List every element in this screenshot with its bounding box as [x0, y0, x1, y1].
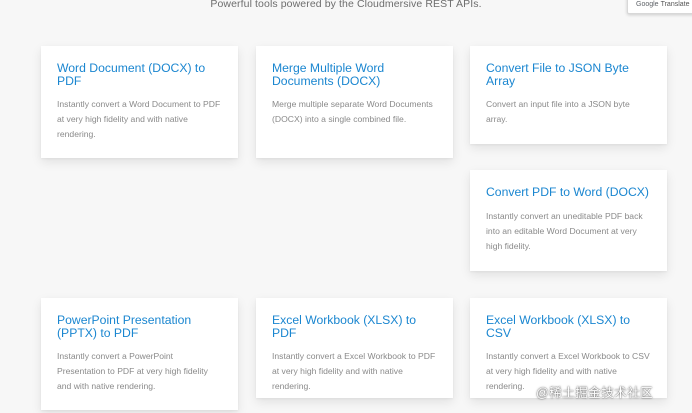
translate-label: Translate — [660, 0, 690, 8]
card-description: Instantly convert a Excel Workbook to PD… — [272, 351, 436, 391]
card-xlsx-to-pdf[interactable]: Excel Workbook (XLSX) to PDF Instantly c… — [256, 298, 453, 398]
card-description: Merge multiple separate Word Documents (… — [272, 99, 433, 124]
google-logo: Google — [636, 0, 659, 8]
card-description: Instantly convert an uneditable PDF back… — [486, 210, 643, 251]
card-pdf-to-docx[interactable]: Convert PDF to Word (DOCX) Instantly con… — [470, 170, 667, 271]
card-title[interactable]: Excel Workbook (XLSX) to CSV — [486, 314, 651, 339]
page-subtitle: Powerful tools powered by the Cloudmersi… — [210, 0, 482, 10]
card-merge-docx[interactable]: Merge Multiple Word Documents (DOCX) Mer… — [256, 46, 453, 158]
card-description: Instantly convert a Word Document to PDF… — [57, 99, 221, 139]
google-translate-widget[interactable]: Google Translate — [627, 0, 692, 14]
card-description: Convert an input file into a JSON byte a… — [486, 99, 630, 124]
card-description: Instantly convert a PowerPoint Presentat… — [57, 351, 208, 391]
card-title[interactable]: Merge Multiple Word Documents (DOCX) — [272, 62, 437, 87]
card-docx-to-pdf[interactable]: Word Document (DOCX) to PDF Instantly co… — [41, 46, 238, 158]
card-file-to-json-byte-array[interactable]: Convert File to JSON Byte Array Convert … — [470, 46, 667, 144]
card-title[interactable]: PowerPoint Presentation (PPTX) to PDF — [57, 314, 222, 339]
card-title[interactable]: Convert File to JSON Byte Array — [486, 62, 651, 87]
card-title[interactable]: Convert PDF to Word (DOCX) — [486, 186, 651, 199]
card-title[interactable]: Word Document (DOCX) to PDF — [57, 62, 222, 87]
watermark-text: @稀土掘金技术社区 — [536, 386, 654, 400]
card-title[interactable]: Excel Workbook (XLSX) to PDF — [272, 314, 437, 339]
card-pptx-to-pdf[interactable]: PowerPoint Presentation (PPTX) to PDF In… — [41, 298, 238, 410]
